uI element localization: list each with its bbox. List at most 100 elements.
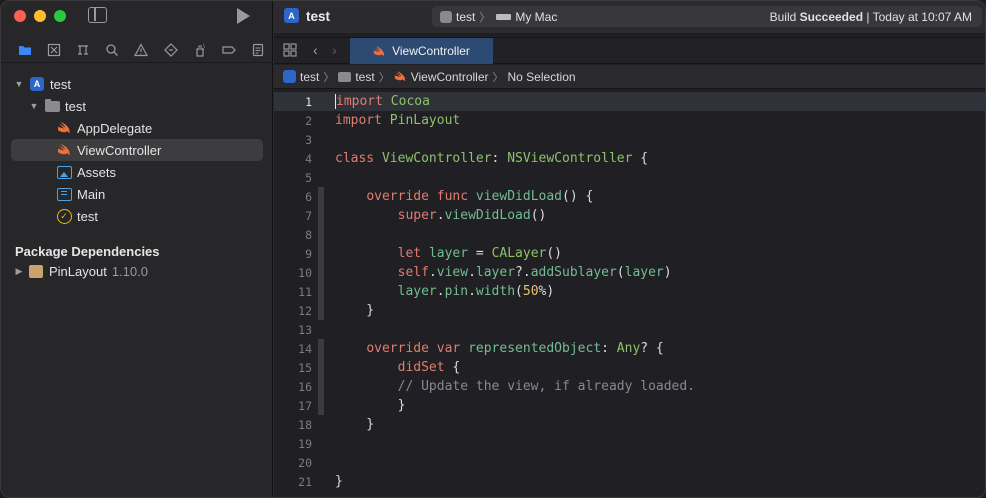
code-line[interactable]: 9 let layer = CALayer() (274, 244, 985, 263)
chevron-left-icon[interactable]: ‹ (313, 42, 318, 58)
code-editor[interactable]: 1 import Cocoa 2 import PinLayout 3 4 class Vi… (274, 92, 985, 491)
find-navigator-tab[interactable] (98, 39, 127, 61)
fold-ribbon[interactable] (314, 225, 333, 244)
fold-ribbon[interactable] (314, 415, 333, 434)
code-line[interactable]: 11 layer.pin.width(50%) (274, 282, 985, 301)
fold-ribbon[interactable] (314, 301, 333, 320)
issue-navigator-tab[interactable] (127, 39, 156, 61)
jumpbar-project[interactable]: test (300, 70, 319, 84)
line-number[interactable]: 7 (274, 209, 314, 223)
source-control-navigator-tab[interactable] (39, 39, 68, 61)
code-line[interactable]: 14 override var representedObject: Any? … (274, 339, 985, 358)
jumpbar-file[interactable]: ViewController (411, 70, 489, 84)
fold-ribbon[interactable] (314, 111, 333, 130)
chevron-down-icon[interactable]: ▼ (14, 79, 24, 89)
line-number[interactable]: 6 (274, 190, 314, 204)
tree-item-appdelegate[interactable]: AppDelegate (1, 117, 273, 139)
fold-ribbon[interactable] (314, 472, 333, 491)
scheme-selector[interactable]: test 〉 My Mac (440, 9, 557, 25)
tab-viewcontroller[interactable]: ViewController (350, 38, 493, 64)
line-number[interactable]: 3 (274, 133, 314, 147)
chevron-right-icon[interactable]: ▶ (14, 266, 24, 277)
line-number[interactable]: 10 (274, 266, 314, 280)
line-number[interactable]: 21 (274, 475, 314, 489)
fold-ribbon[interactable] (314, 453, 333, 472)
code-line[interactable]: 8 (274, 225, 985, 244)
fold-ribbon[interactable] (314, 396, 333, 415)
code-text[interactable]: super.viewDidLoad() (333, 208, 547, 223)
code-line[interactable]: 1 import Cocoa (274, 92, 985, 111)
fold-ribbon[interactable] (314, 149, 333, 168)
code-text[interactable]: // Update the view, if already loaded. (333, 379, 695, 394)
code-line[interactable]: 19 (274, 434, 985, 453)
symbol-navigator-tab[interactable] (68, 39, 97, 61)
fold-ribbon[interactable] (314, 358, 333, 377)
code-line[interactable]: 21} (274, 472, 985, 491)
code-line[interactable]: 3 (274, 130, 985, 149)
tree-item-viewcontroller[interactable]: ViewController (11, 139, 263, 161)
code-text[interactable]: } (333, 474, 343, 489)
fold-ribbon[interactable] (314, 282, 333, 301)
line-number[interactable]: 5 (274, 171, 314, 185)
sidebar-toggle-icon[interactable] (88, 7, 107, 23)
line-number[interactable]: 20 (274, 456, 314, 470)
fold-ribbon[interactable] (314, 320, 333, 339)
code-text[interactable]: class ViewController: NSViewController { (333, 151, 648, 166)
line-number[interactable]: 16 (274, 380, 314, 394)
test-navigator-tab[interactable] (156, 39, 185, 61)
fold-ribbon[interactable] (314, 263, 333, 282)
chevron-down-icon[interactable]: ▼ (29, 101, 39, 111)
grid-icon[interactable] (283, 43, 297, 57)
code-text[interactable]: } (333, 303, 374, 318)
line-number[interactable]: 11 (274, 285, 314, 299)
line-number[interactable]: 14 (274, 342, 314, 356)
code-text[interactable]: self.view.layer?.addSublayer(layer) (333, 265, 672, 280)
run-icon[interactable] (237, 8, 250, 24)
tree-item-project[interactable]: ▼ A test (1, 73, 273, 95)
code-text[interactable]: } (333, 417, 374, 432)
debug-navigator-tab[interactable] (185, 39, 214, 61)
code-line[interactable]: 7 super.viewDidLoad() (274, 206, 985, 225)
code-line[interactable]: 10 self.view.layer?.addSublayer(layer) (274, 263, 985, 282)
fold-ribbon[interactable] (314, 434, 333, 453)
line-number[interactable]: 15 (274, 361, 314, 375)
close-window-button[interactable] (14, 10, 26, 22)
project-navigator-tab[interactable] (10, 39, 39, 61)
fold-ribbon[interactable] (314, 206, 333, 225)
line-number[interactable]: 9 (274, 247, 314, 261)
fold-ribbon[interactable] (314, 168, 333, 187)
zoom-window-button[interactable] (54, 10, 66, 22)
code-text[interactable]: override var representedObject: Any? { (333, 341, 663, 356)
jumpbar-symbol[interactable]: No Selection (508, 70, 576, 84)
code-line[interactable]: 6 override func viewDidLoad() { (274, 187, 985, 206)
fold-ribbon[interactable] (314, 339, 333, 358)
tree-item-main[interactable]: Main (1, 183, 273, 205)
line-number[interactable]: 12 (274, 304, 314, 318)
minimize-window-button[interactable] (34, 10, 46, 22)
line-number[interactable]: 8 (274, 228, 314, 242)
line-number[interactable]: 4 (274, 152, 314, 166)
line-number[interactable]: 1 (274, 95, 314, 109)
breakpoint-navigator-tab[interactable] (215, 39, 244, 61)
jumpbar-folder[interactable]: test (355, 70, 374, 84)
line-number[interactable]: 2 (274, 114, 314, 128)
code-line[interactable]: 4 class ViewController: NSViewController … (274, 149, 985, 168)
report-navigator-tab[interactable] (244, 39, 273, 61)
fold-ribbon[interactable] (314, 130, 333, 149)
fold-ribbon[interactable] (314, 377, 333, 396)
fold-ribbon[interactable] (314, 92, 333, 111)
code-line[interactable]: 12 } (274, 301, 985, 320)
line-number[interactable]: 18 (274, 418, 314, 432)
tree-item-folder[interactable]: ▼ test (1, 95, 273, 117)
code-line[interactable]: 15 didSet { (274, 358, 985, 377)
tree-item-assets[interactable]: Assets (1, 161, 273, 183)
code-text[interactable]: layer.pin.width(50%) (333, 284, 555, 299)
code-text[interactable]: didSet { (333, 360, 461, 375)
tree-item-entitlements[interactable]: ✓ test (1, 205, 273, 227)
code-line[interactable]: 13 (274, 320, 985, 339)
fold-ribbon[interactable] (314, 244, 333, 263)
code-text[interactable]: import PinLayout (333, 113, 460, 128)
code-line[interactable]: 18 } (274, 415, 985, 434)
code-text[interactable]: import Cocoa (333, 94, 430, 109)
tree-item-package[interactable]: ▶ PinLayout 1.10.0 (1, 260, 273, 282)
